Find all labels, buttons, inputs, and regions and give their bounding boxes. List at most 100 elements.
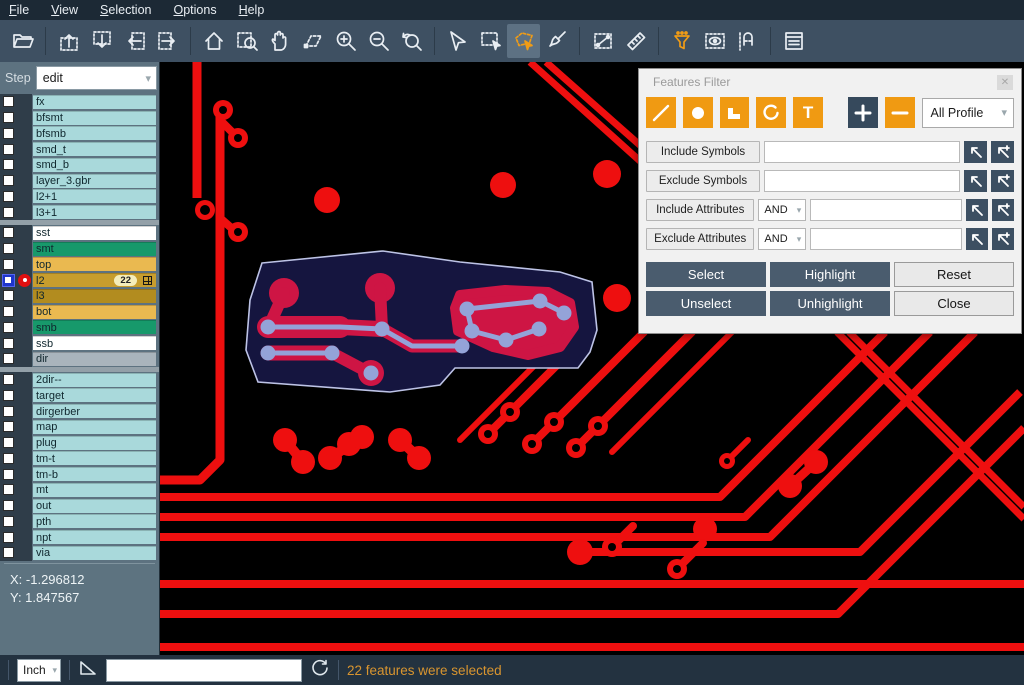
open-folder-icon[interactable]: [6, 24, 39, 58]
menu-item-options[interactable]: Options: [173, 3, 216, 17]
layer-name[interactable]: l2+1: [33, 189, 156, 203]
layer-name[interactable]: tm-t: [33, 451, 156, 465]
filter-label-button[interactable]: Exclude Attributes: [646, 228, 754, 250]
layer-name[interactable]: dir: [33, 352, 156, 366]
layer-name[interactable]: smd_b: [33, 158, 156, 172]
layer-name[interactable]: layer_3.gbr: [33, 174, 156, 188]
layer-checkbox[interactable]: [3, 306, 14, 317]
select-pointer-icon[interactable]: [441, 24, 474, 58]
layer-name[interactable]: l3+1: [33, 205, 156, 219]
layer-row-layer_3.gbr[interactable]: layer_3.gbr: [0, 173, 159, 189]
layer-name[interactable]: mt: [33, 483, 156, 497]
layer-checkbox[interactable]: [3, 322, 14, 333]
layer-table-icon[interactable]: [143, 276, 152, 285]
layer-row-ssb[interactable]: ssb: [0, 335, 159, 351]
layer-row-dir[interactable]: dir: [0, 351, 159, 367]
zoom-out-icon[interactable]: [362, 24, 395, 58]
operator-select[interactable]: AND▾: [758, 228, 806, 250]
filter-label-button[interactable]: Include Attributes: [646, 199, 754, 221]
zoom-window-icon[interactable]: [230, 24, 263, 58]
highlight-button[interactable]: Highlight: [770, 262, 890, 287]
layer-row-npt[interactable]: npt: [0, 529, 159, 545]
layer-checkbox[interactable]: [3, 175, 14, 186]
filter-value-field[interactable]: [810, 199, 962, 221]
layer-checkbox[interactable]: [3, 532, 14, 543]
layer-row-top[interactable]: top: [0, 257, 159, 273]
layer-name[interactable]: dirgerber: [33, 404, 156, 418]
dialog-title-bar[interactable]: Features Filter ✕: [639, 69, 1021, 95]
layer-name[interactable]: bot: [33, 305, 156, 319]
layer-row-dirgerber[interactable]: dirgerber: [0, 403, 159, 419]
layer-name[interactable]: fx: [33, 95, 156, 109]
zoom-in-icon[interactable]: [329, 24, 362, 58]
layer-checkbox[interactable]: [3, 421, 14, 432]
layer-row-plug[interactable]: plug: [0, 435, 159, 451]
close-icon[interactable]: ✕: [997, 75, 1013, 90]
menu-item-file[interactable]: File: [9, 3, 29, 17]
filter-value-field[interactable]: [764, 170, 960, 192]
layer-name[interactable]: sst: [33, 226, 156, 240]
layer-name[interactable]: l3: [33, 289, 156, 303]
layer-row-out[interactable]: out: [0, 498, 159, 514]
zoom-selection-icon[interactable]: [296, 24, 329, 58]
layer-row-target[interactable]: target: [0, 388, 159, 404]
operator-select[interactable]: AND▾: [758, 199, 806, 221]
pan-down-icon[interactable]: [85, 24, 118, 58]
unhighlight-button[interactable]: Unhighlight: [770, 291, 890, 316]
layer-name[interactable]: smb: [33, 320, 156, 334]
layer-checkbox[interactable]: [3, 338, 14, 349]
layer-row-tm-b[interactable]: tm-b: [0, 466, 159, 482]
pick-from-canvas-button[interactable]: [966, 228, 988, 250]
layer-row-mt[interactable]: mt: [0, 482, 159, 498]
layer-checkbox[interactable]: [3, 406, 14, 417]
select-polygon-icon[interactable]: [507, 24, 540, 58]
layer-name[interactable]: plug: [33, 436, 156, 450]
layer-row-smb[interactable]: smb: [0, 320, 159, 336]
filter-label-button[interactable]: Exclude Symbols: [646, 170, 760, 192]
report-icon[interactable]: [777, 24, 810, 58]
layer-name[interactable]: top: [33, 257, 156, 271]
layer-name[interactable]: target: [33, 388, 156, 402]
layer-checkbox[interactable]: [3, 227, 14, 238]
active-layer-indicator[interactable]: [18, 274, 31, 287]
layer-checkbox[interactable]: [3, 243, 14, 254]
layer-row-pth[interactable]: pth: [0, 514, 159, 530]
units-select[interactable]: Inch ▾: [17, 659, 61, 682]
line-features-button[interactable]: [646, 97, 676, 128]
layer-row-sst[interactable]: sst: [0, 225, 159, 241]
layer-checkbox[interactable]: [3, 112, 14, 123]
layer-row-map[interactable]: map: [0, 419, 159, 435]
layer-name[interactable]: pth: [33, 514, 156, 528]
layer-name[interactable]: l222: [33, 273, 156, 287]
layer-name[interactable]: via: [33, 546, 156, 560]
text-features-button[interactable]: T: [793, 97, 823, 128]
reset-button[interactable]: Reset: [894, 262, 1014, 287]
layer-checkbox[interactable]: [3, 437, 14, 448]
snap-magnet-icon[interactable]: [731, 24, 764, 58]
layer-row-smt[interactable]: smt: [0, 241, 159, 257]
layer-row-fx[interactable]: fx: [0, 94, 159, 110]
pick-add-from-canvas-button[interactable]: [992, 199, 1014, 221]
layer-row-bfsmt[interactable]: bfsmt: [0, 110, 159, 126]
pan-right-icon[interactable]: [151, 24, 184, 58]
angle-measure-icon[interactable]: [78, 658, 98, 683]
layer-row-smd_b[interactable]: smd_b: [0, 157, 159, 173]
layer-name[interactable]: smt: [33, 242, 156, 256]
pan-left-icon[interactable]: [118, 24, 151, 58]
layer-row-l3[interactable]: l3: [0, 288, 159, 304]
layer-checkbox[interactable]: [3, 353, 14, 364]
pan-hand-icon[interactable]: [263, 24, 296, 58]
layer-name[interactable]: map: [33, 420, 156, 434]
layer-row-l2[interactable]: l222: [0, 272, 159, 288]
measure-line-icon[interactable]: [586, 24, 619, 58]
filter-value-field[interactable]: [810, 228, 962, 250]
layer-row-smd_t[interactable]: smd_t: [0, 141, 159, 157]
menu-item-view[interactable]: View: [51, 3, 78, 17]
layer-checkbox[interactable]: [3, 390, 14, 401]
view-options-icon[interactable]: [698, 24, 731, 58]
layer-checkbox[interactable]: [3, 191, 14, 202]
menu-item-selection[interactable]: Selection: [100, 3, 151, 17]
pick-add-from-canvas-button[interactable]: [991, 141, 1014, 163]
select-rectangle-icon[interactable]: [474, 24, 507, 58]
layer-name[interactable]: ssb: [33, 336, 156, 350]
